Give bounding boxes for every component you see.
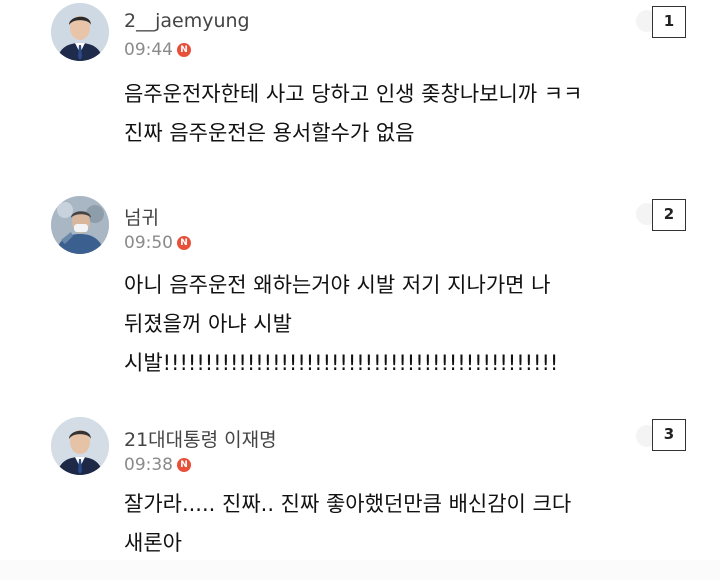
new-badge-icon: N [177, 458, 191, 472]
new-badge-icon: N [177, 236, 191, 250]
comment-line: 시발!!!!!!!!!!!!!!!!!!!!!!!!!!!!!!!!!!!!!!… [124, 351, 559, 375]
man-portrait-icon [51, 417, 109, 475]
masked-person-icon [51, 196, 109, 254]
comment-line: 새론아 [124, 531, 182, 555]
avatar[interactable] [51, 3, 109, 61]
timestamp-row: 09:50 N [124, 233, 191, 253]
comment-timestamp: 09:50 [124, 233, 173, 253]
man-portrait-icon [51, 3, 109, 61]
comment-username[interactable]: 넘귀 [124, 203, 159, 230]
comment-username[interactable]: 21대대통령 이재명 [124, 425, 277, 452]
comment-line: 진짜 음주운전은 용서할수가 없음 [124, 121, 415, 145]
rank-badge: 3 [652, 419, 686, 451]
timestamp-row: 09:38 N [124, 455, 191, 475]
comment-body: 잘가라..... 진짜.. 진짜 좋아했던만큼 배신감이 크다 새론아 [124, 485, 684, 563]
avatar[interactable] [51, 417, 109, 475]
comment-body: 음주운전자한테 사고 당하고 인생 좆창나보니까 ㅋㅋ 진짜 음주운전은 용서할… [124, 75, 684, 153]
rank-badge: 1 [652, 6, 686, 38]
comment-timestamp: 09:38 [124, 455, 173, 475]
comment-line: 뒤졌을꺼 아냐 시발 [124, 312, 292, 336]
comment-body: 아니 음주운전 왜하는거야 시발 저기 지나가면 나 뒤졌을꺼 아냐 시발 시발… [124, 266, 684, 383]
comment-username[interactable]: 2__jaemyung [124, 10, 250, 32]
comment-line: 아니 음주운전 왜하는거야 시발 저기 지나가면 나 [124, 273, 551, 297]
bottom-edge [0, 560, 720, 580]
comment-line: 잘가라..... 진짜.. 진짜 좋아했던만큼 배신감이 크다 [124, 492, 572, 516]
comment-line: 음주운전자한테 사고 당하고 인생 좆창나보니까 ㅋㅋ [124, 82, 583, 106]
timestamp-row: 09:44 N [124, 40, 191, 60]
comment-timestamp: 09:44 [124, 40, 173, 60]
avatar[interactable] [51, 196, 109, 254]
rank-badge: 2 [652, 199, 686, 231]
new-badge-icon: N [177, 43, 191, 57]
